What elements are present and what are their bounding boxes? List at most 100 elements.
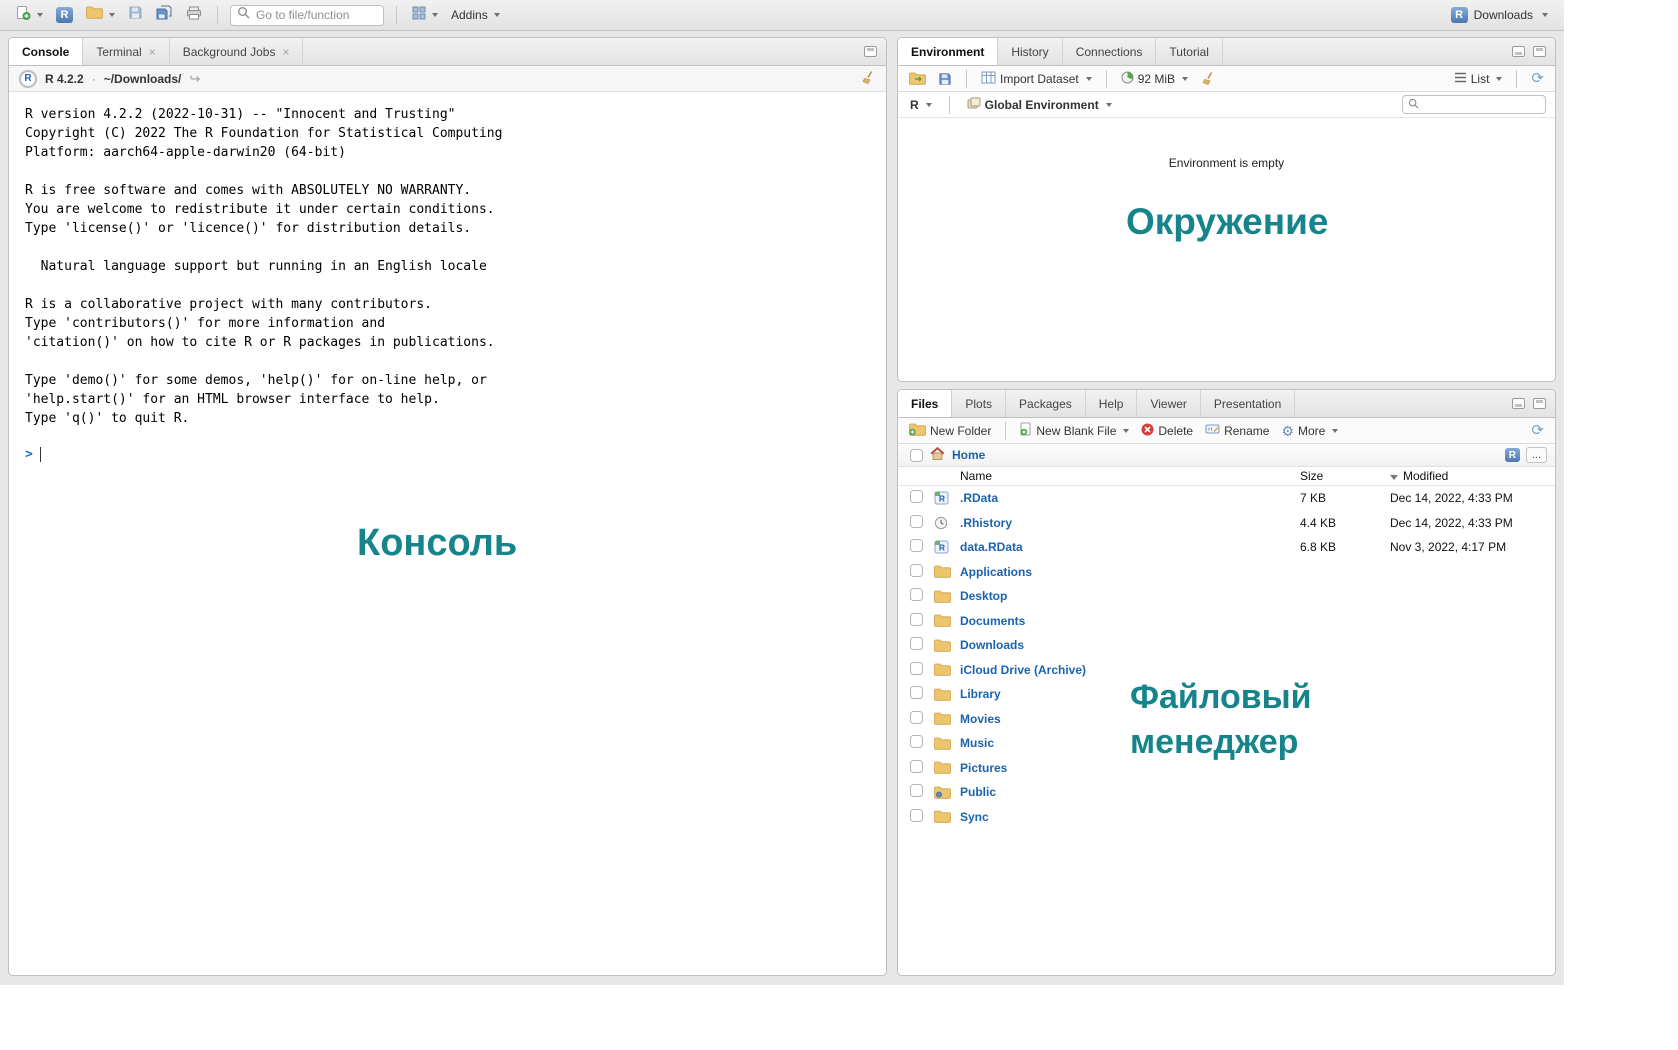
tab-connections[interactable]: Connections (1063, 38, 1157, 65)
chevron-down-icon (1332, 429, 1338, 433)
tab-viewer[interactable]: Viewer (1137, 390, 1200, 417)
tab-environment[interactable]: Environment (898, 38, 998, 65)
minimize-pane-icon[interactable] (1512, 398, 1525, 409)
folder-icon (934, 761, 960, 774)
file-size: 6.8 KB (1300, 540, 1390, 554)
column-header-modified[interactable]: Modified (1390, 469, 1555, 483)
file-checkbox[interactable] (910, 809, 923, 822)
tab-files[interactable]: Files (898, 390, 952, 417)
file-checkbox[interactable] (910, 735, 923, 748)
tab-console[interactable]: Console (9, 38, 83, 65)
breadcrumb-home-link[interactable]: Home (952, 448, 985, 462)
save-all-button[interactable] (153, 3, 176, 28)
chevron-down-icon (37, 13, 43, 17)
file-name-link[interactable]: Applications (960, 565, 1300, 579)
file-name-link[interactable]: Documents (960, 614, 1300, 628)
clear-environment-icon[interactable] (1197, 70, 1219, 87)
console-output[interactable]: R version 4.2.2 (2022-10-31) -- "Innocen… (9, 92, 886, 975)
file-name-link[interactable]: .Rhistory (960, 516, 1300, 530)
maximize-pane-icon[interactable] (1533, 398, 1546, 409)
refresh-icon[interactable]: ⟳ (1528, 70, 1547, 87)
environment-tabbar: Environment History Connections Tutorial (898, 38, 1555, 66)
rename-button[interactable]: Rename (1202, 422, 1272, 439)
close-icon[interactable]: × (149, 46, 156, 58)
select-all-checkbox[interactable] (910, 449, 923, 462)
file-checkbox[interactable] (910, 588, 923, 601)
more-button[interactable]: ⚙ More (1278, 423, 1341, 439)
file-row: Public (898, 780, 1555, 805)
tab-tutorial[interactable]: Tutorial (1156, 38, 1223, 65)
files-pane: Files Plots Packages Help Viewer Present… (897, 389, 1556, 976)
open-directory-icon[interactable]: ↪ (189, 71, 200, 87)
file-name-link[interactable]: data.RData (960, 540, 1300, 554)
file-checkbox[interactable] (910, 784, 923, 797)
r-project-icon[interactable]: R (1505, 448, 1520, 462)
new-folder-button[interactable]: New Folder (906, 422, 994, 440)
language-selector[interactable]: R (907, 97, 935, 113)
main-toolbar: R (0, 0, 1564, 31)
browse-directory-button[interactable]: ... (1526, 447, 1547, 463)
tab-plots[interactable]: Plots (952, 390, 1006, 417)
tab-background-jobs[interactable]: Background Jobs × (170, 38, 304, 65)
close-icon[interactable]: × (282, 46, 289, 58)
file-checkbox[interactable] (910, 613, 923, 626)
file-checkbox[interactable] (910, 490, 923, 503)
print-button[interactable] (183, 4, 205, 27)
tab-packages[interactable]: Packages (1006, 390, 1086, 417)
addins-button[interactable]: Addins (448, 6, 503, 24)
file-checkbox[interactable] (910, 564, 923, 577)
tab-console-label: Console (22, 45, 69, 59)
file-modified: Dec 14, 2022, 4:33 PM (1390, 491, 1555, 505)
load-workspace-button[interactable] (906, 71, 929, 86)
console-header: R R 4.2.2 · ~/Downloads/ ↪ (9, 66, 886, 92)
file-checkbox[interactable] (910, 637, 923, 650)
header-separator: · (92, 72, 96, 86)
environment-scope-selector[interactable]: Global Environment (964, 96, 1115, 114)
file-checkbox[interactable] (910, 662, 923, 675)
new-blank-file-button[interactable]: New Blank File (1017, 421, 1132, 440)
file-name-link[interactable]: .RData (960, 491, 1300, 505)
goto-file-input[interactable] (256, 8, 374, 22)
file-name-link[interactable]: Public (960, 785, 1300, 799)
delete-button[interactable]: Delete (1138, 422, 1196, 440)
tab-terminal[interactable]: Terminal × (83, 38, 169, 65)
save-workspace-button[interactable] (935, 71, 955, 87)
file-row: Documents (898, 609, 1555, 634)
tab-help[interactable]: Help (1086, 390, 1138, 417)
column-header-name[interactable]: Name (960, 469, 1300, 483)
file-checkbox[interactable] (910, 760, 923, 773)
files-annotation: Файловый менеджер (1130, 675, 1312, 765)
maximize-pane-icon[interactable] (1533, 46, 1546, 57)
new-file-button[interactable] (12, 3, 46, 28)
clear-console-icon[interactable] (860, 70, 876, 88)
save-button[interactable] (125, 3, 146, 27)
column-header-size[interactable]: Size (1300, 469, 1390, 483)
environment-search-input[interactable] (1423, 99, 1556, 111)
pane-layout-button[interactable] (409, 4, 441, 27)
memory-usage-button[interactable]: 92 MiB (1118, 70, 1191, 88)
maximize-pane-icon[interactable] (864, 46, 877, 57)
minimize-pane-icon[interactable] (1512, 46, 1525, 57)
import-dataset-button[interactable]: Import Dataset (978, 70, 1095, 88)
file-checkbox[interactable] (910, 515, 923, 528)
new-project-button[interactable]: R (53, 5, 76, 25)
file-row: Downloads (898, 633, 1555, 658)
tab-presentation[interactable]: Presentation (1201, 390, 1295, 417)
project-menu-button[interactable]: R Downloads (1447, 5, 1552, 25)
file-name-link[interactable]: Downloads (960, 638, 1300, 652)
tab-history[interactable]: History (998, 38, 1062, 65)
display-mode-button[interactable]: List (1451, 71, 1506, 87)
svg-text:R: R (939, 543, 945, 553)
file-name-link[interactable]: Sync (960, 810, 1300, 824)
file-checkbox[interactable] (910, 539, 923, 552)
file-checkbox[interactable] (910, 711, 923, 724)
printer-icon (186, 6, 202, 25)
file-name-link[interactable]: Desktop (960, 589, 1300, 603)
refresh-icon[interactable]: ⟳ (1528, 422, 1547, 439)
environment-search-box[interactable] (1402, 95, 1546, 114)
open-file-button[interactable] (83, 4, 118, 26)
console-prompt-line[interactable]: > (25, 447, 886, 462)
file-checkbox[interactable] (910, 686, 923, 699)
goto-file-box[interactable] (230, 5, 384, 26)
folder-icon (934, 590, 960, 603)
